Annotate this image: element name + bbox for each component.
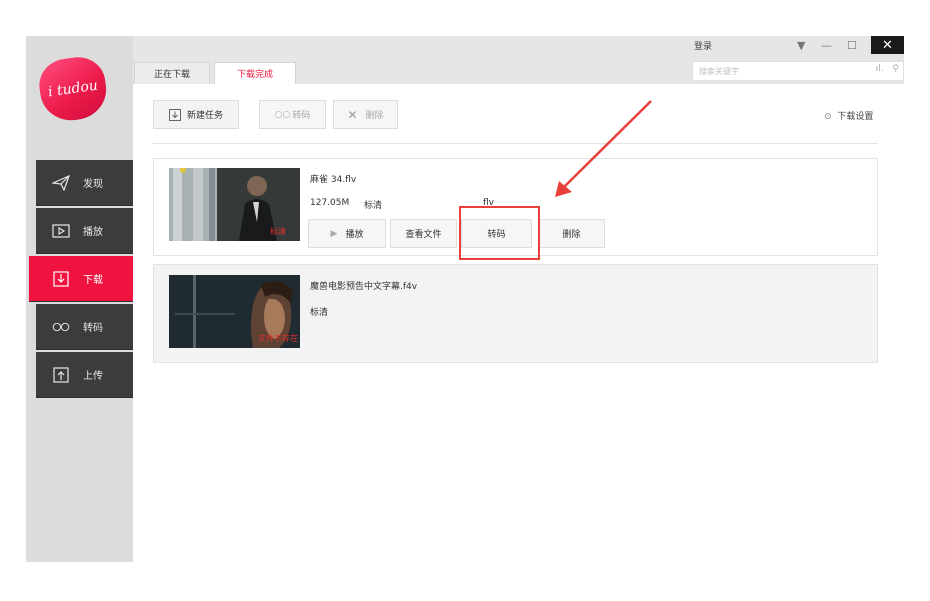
annotation-arrow [555,100,652,197]
annotation-highlight-box [459,206,540,260]
